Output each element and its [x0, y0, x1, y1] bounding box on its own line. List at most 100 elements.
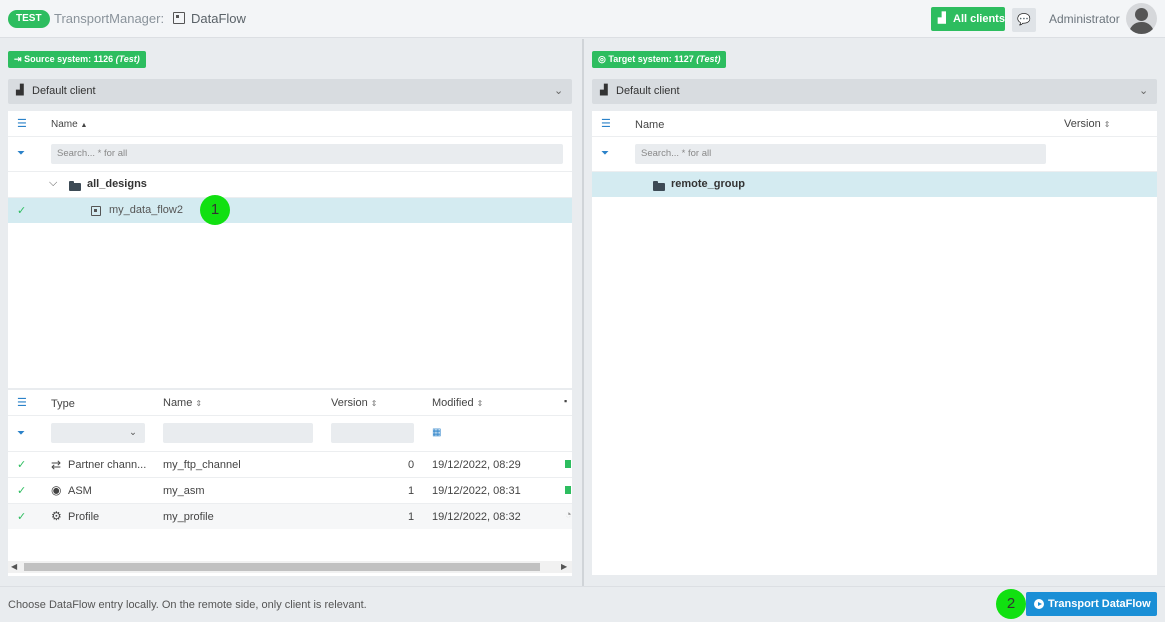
- chat-icon: 💬: [1017, 14, 1031, 26]
- row-type: Partner chann...: [68, 459, 147, 471]
- target-col-version[interactable]: Version ⇕: [1064, 118, 1110, 130]
- target-icon: ◎: [598, 54, 606, 64]
- target-system-label: Target system: 1127: [608, 54, 694, 64]
- chevron-down-icon: ⌄: [129, 427, 137, 438]
- col-name-label: Name: [163, 397, 193, 409]
- db-status-icon: [565, 486, 571, 494]
- calendar-icon[interactable]: ▦: [432, 427, 441, 438]
- tree-col-name[interactable]: Name ▲: [51, 119, 87, 130]
- all-clients-button[interactable]: ▟ All clients: [931, 7, 1005, 31]
- scroll-right-arrow[interactable]: ▶: [561, 562, 567, 571]
- target-client-label: Default client: [616, 85, 680, 97]
- avatar[interactable]: [1126, 3, 1157, 34]
- type-filter-select[interactable]: ⌄: [51, 423, 145, 443]
- source-system-suffix: (Test): [115, 54, 140, 64]
- chevron-down-icon: ⌄: [554, 85, 564, 97]
- columns-menu-icon[interactable]: ☰: [17, 117, 27, 130]
- sort-icon: ⇕: [1103, 120, 1111, 129]
- dataflow-icon: [91, 206, 101, 216]
- chat-button[interactable]: 💬: [1012, 8, 1036, 32]
- scroll-thumb[interactable]: [24, 563, 540, 571]
- row-version: 0: [408, 459, 415, 471]
- dataflow-icon: [173, 12, 185, 24]
- all-clients-label: All clients: [953, 13, 1005, 25]
- name-filter-input[interactable]: [163, 423, 313, 443]
- columns-menu-icon[interactable]: ☰: [601, 117, 611, 130]
- target-col-name[interactable]: Name: [635, 119, 664, 131]
- source-system-badge: ⇥ Source system: 1126 (Test): [8, 51, 146, 68]
- callout-marker-1: 1: [200, 195, 230, 225]
- col-version[interactable]: Version ⇕: [331, 397, 377, 409]
- target-system-suffix: (Test): [696, 54, 721, 64]
- row-modified: 19/12/2022, 08:32: [432, 511, 521, 523]
- source-system-label: Source system: 1126: [24, 54, 114, 64]
- clock-icon: ◔: [565, 509, 572, 521]
- app-title: TransportManager:: [54, 11, 165, 26]
- version-filter-input[interactable]: [331, 423, 414, 443]
- source-details-panel: ☰ Type Name ⇕ Version ⇕ Modified ⇕ ▪ ⏷ ⌄…: [8, 390, 572, 576]
- filter-icon[interactable]: ⏷: [17, 428, 25, 439]
- check-icon: ✓: [17, 205, 27, 217]
- row-modified: 19/12/2022, 08:31: [432, 485, 521, 497]
- user-name[interactable]: Administrator: [1049, 12, 1120, 26]
- col-modified[interactable]: Modified ⇕: [432, 397, 483, 409]
- scroll-left-arrow[interactable]: ◀: [11, 562, 17, 571]
- col-type[interactable]: Type: [51, 398, 75, 410]
- asm-icon: ◉: [51, 483, 62, 497]
- row-name: my_ftp_channel: [163, 459, 241, 471]
- row-type: Profile: [68, 511, 100, 523]
- tree-item-my-data-flow2[interactable]: my_data_flow2: [109, 204, 183, 216]
- row-type: ASM: [68, 485, 92, 497]
- transport-dataflow-button[interactable]: Transport DataFlow: [1026, 592, 1157, 616]
- target-tree-row-selected[interactable]: remote_group: [592, 172, 1157, 197]
- environment-badge: TEST: [8, 10, 50, 28]
- module-title: DataFlow: [191, 11, 246, 26]
- col-name[interactable]: Name ⇕: [163, 397, 202, 409]
- target-tree-search-input[interactable]: Search... * for all: [635, 144, 1046, 164]
- row-modified: 19/12/2022, 08:29: [432, 459, 521, 471]
- source-tree-panel: ☰ Name ▲ ⏷ Search... * for all ⌵ all_des…: [8, 111, 572, 388]
- row-name: my_profile: [163, 511, 214, 523]
- tree-folder-all-designs[interactable]: all_designs: [87, 178, 147, 190]
- status-bar: Choose DataFlow entry locally. On the re…: [0, 586, 1165, 622]
- row-version: 1: [408, 511, 415, 523]
- table-row[interactable]: ✓ ⚙ Profile my_profile 1 19/12/2022, 08:…: [8, 504, 572, 529]
- tree-folder-remote-group[interactable]: remote_group: [671, 178, 745, 190]
- check-icon: ✓: [17, 459, 27, 471]
- target-pane: ◎ Target system: 1127 (Test) ▟ Default c…: [584, 39, 1165, 577]
- top-bar: TEST TransportManager: DataFlow ▟ All cl…: [0, 0, 1165, 38]
- columns-menu-icon[interactable]: ☰: [17, 396, 27, 409]
- callout-marker-2: 2: [996, 589, 1026, 619]
- sort-icon: ⇕: [370, 399, 378, 408]
- target-col-version-label: Version: [1064, 118, 1101, 130]
- col-version-label: Version: [331, 397, 368, 409]
- more-columns-icon[interactable]: ▪: [564, 396, 567, 406]
- sort-icon: ⇕: [195, 399, 203, 408]
- factory-icon: ▟: [938, 13, 946, 24]
- tree-row-selected[interactable]: ✓ my_data_flow2: [8, 198, 572, 223]
- folder-open-icon: [69, 181, 81, 191]
- transport-manager-window: TEST TransportManager: DataFlow ▟ All cl…: [0, 0, 1165, 622]
- check-icon: ✓: [17, 485, 27, 497]
- chevron-down-icon[interactable]: ⌵: [49, 177, 57, 190]
- login-icon: ⇥: [14, 54, 22, 64]
- sort-up-icon: ▲: [80, 122, 88, 129]
- table-row[interactable]: ✓ ⇄ Partner chann... my_ftp_channel 0 19…: [8, 452, 572, 477]
- transport-dataflow-label: Transport DataFlow: [1048, 598, 1151, 610]
- check-icon: ✓: [17, 511, 27, 523]
- sort-icon: ⇕: [476, 399, 484, 408]
- filter-icon[interactable]: ⏷: [601, 148, 609, 159]
- target-system-badge: ◎ Target system: 1127 (Test): [592, 51, 727, 68]
- db-status-icon: [565, 460, 571, 468]
- filter-icon[interactable]: ⏷: [17, 148, 25, 159]
- tree-col-name-label: Name: [51, 119, 78, 130]
- factory-icon: ▟: [600, 85, 608, 96]
- horizontal-scrollbar[interactable]: ◀ ▶: [8, 561, 572, 573]
- play-icon: [1034, 599, 1044, 609]
- table-row[interactable]: ✓ ◉ ASM my_asm 1 19/12/2022, 08:31: [8, 478, 572, 503]
- col-modified-label: Modified: [432, 397, 474, 409]
- source-client-selector[interactable]: ▟ Default client ⌄: [8, 79, 572, 104]
- source-tree-search-input[interactable]: Search... * for all: [51, 144, 563, 164]
- target-client-selector[interactable]: ▟ Default client ⌄: [592, 79, 1157, 104]
- row-version: 1: [408, 485, 415, 497]
